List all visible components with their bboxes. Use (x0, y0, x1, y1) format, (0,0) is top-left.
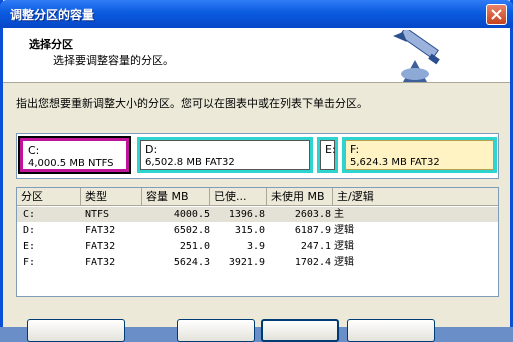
footer-button-4[interactable] (347, 319, 435, 342)
header-subtitle: 选择要调整容量的分区。 (53, 54, 174, 67)
cell-used: 3921.9 (228, 257, 265, 268)
cell-kind: 逻辑 (334, 241, 354, 252)
cell-partition: E: (23, 241, 36, 252)
partition-label: F: (350, 143, 360, 156)
cell-kind: 逻辑 (334, 225, 354, 236)
wizard-header: 选择分区 选择要调整容量的分区。 (3, 28, 510, 83)
dialog-window: 调整分区的容量 选择分区 选择要调整容量的分区。 指出您想要重新调整大小的分区。… (0, 0, 513, 342)
title-bar[interactable]: 调整分区的容量 (0, 0, 513, 28)
partition-label: C: (28, 144, 40, 157)
table-row[interactable]: C: NTFS 4000.5 1396.8 2603.8 主 (17, 207, 498, 222)
column-header-unused[interactable]: 未使用 MB (267, 188, 333, 205)
table-row[interactable]: D: FAT32 6502.8 315.0 6187.9 逻辑 (17, 223, 498, 238)
partition-list: 分区 类型 容量 MB 已使... 未使用 MB 主/逻辑 C: NTFS 40… (16, 187, 499, 297)
column-header-kind[interactable]: 主/逻辑 (333, 188, 498, 205)
partition-label: E: (325, 143, 336, 156)
table-row[interactable]: F: FAT32 5624.3 3921.9 1702.4 逻辑 (17, 255, 498, 270)
cell-capacity: 6502.8 (173, 225, 210, 236)
window-title: 调整分区的容量 (10, 8, 95, 22)
cell-capacity: 5624.3 (173, 257, 210, 268)
cell-unused: 1702.4 (294, 257, 331, 268)
partition-info: 5,624.3 MB FAT32 (350, 157, 440, 168)
cell-type: FAT32 (85, 257, 116, 268)
cell-type: FAT32 (85, 241, 116, 252)
header-title: 选择分区 (29, 38, 73, 51)
footer-button-2[interactable] (177, 319, 255, 342)
table-row[interactable]: E: FAT32 251.0 3.9 247.1 逻辑 (17, 239, 498, 254)
partition-block-e[interactable]: E: (317, 137, 338, 173)
cell-capacity: 4000.5 (173, 209, 210, 220)
cell-used: 3.9 (246, 241, 265, 252)
cell-partition: D: (23, 225, 36, 236)
partition-block-d[interactable]: D: 6,502.8 MB FAT32 (137, 137, 313, 173)
cell-type: FAT32 (85, 225, 116, 236)
cell-type: NTFS (85, 209, 110, 220)
column-header-used[interactable]: 已使... (210, 188, 267, 205)
cell-unused: 6187.9 (294, 225, 331, 236)
partition-block-c[interactable]: C: 4,000.5 MB NTFS (18, 136, 131, 174)
list-header: 分区 类型 容量 MB 已使... 未使用 MB 主/逻辑 (17, 188, 498, 206)
resize-tool-icon (393, 30, 440, 82)
cell-unused: 2603.8 (294, 209, 331, 220)
cell-partition: C: (23, 209, 36, 220)
instruction-text: 指出您想要重新调整大小的分区。您可以在图表中或在列表下单击分区。 (16, 97, 368, 110)
column-header-capacity[interactable]: 容量 MB (142, 188, 210, 205)
partition-info: 4,000.5 MB NTFS (28, 158, 114, 169)
cell-capacity: 251.0 (179, 241, 210, 252)
column-header-partition[interactable]: 分区 (17, 188, 81, 205)
cell-used: 315.0 (234, 225, 265, 236)
cell-kind: 逻辑 (334, 257, 354, 268)
column-header-type[interactable]: 类型 (81, 188, 142, 205)
footer-button-3[interactable] (261, 319, 339, 342)
partition-info: 6,502.8 MB FAT32 (145, 157, 235, 168)
cell-unused: 247.1 (300, 241, 331, 252)
footer-button-1[interactable] (27, 319, 125, 342)
partition-map: C: 4,000.5 MB NTFS D: 6,502.8 MB FAT32 E… (16, 133, 499, 179)
partition-label: D: (145, 143, 158, 156)
cell-partition: F: (23, 257, 36, 268)
cell-used: 1396.8 (228, 209, 265, 220)
partition-block-f[interactable]: F: 5,624.3 MB FAT32 (342, 137, 497, 173)
close-button[interactable] (486, 4, 507, 25)
close-icon (491, 9, 502, 20)
cell-kind: 主 (334, 209, 344, 220)
